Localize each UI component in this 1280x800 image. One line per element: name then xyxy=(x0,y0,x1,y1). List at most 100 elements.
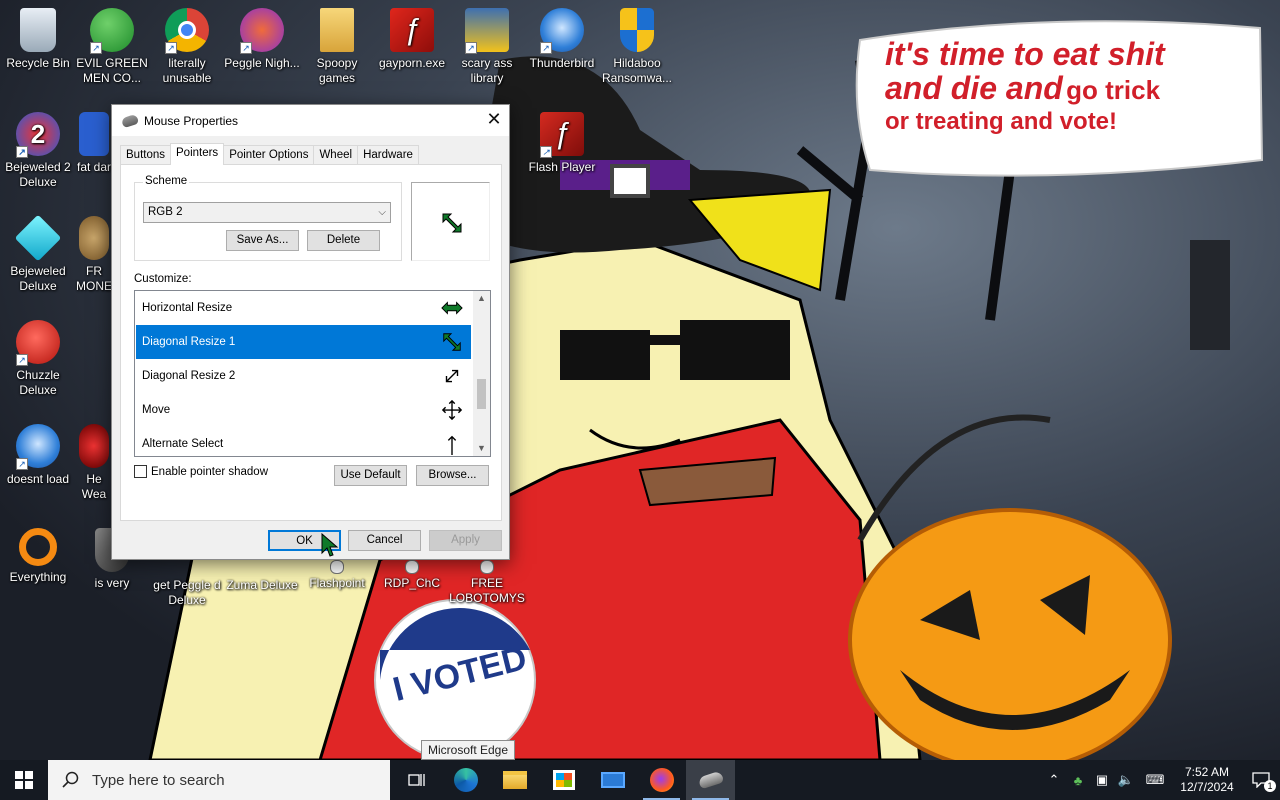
list-item[interactable]: Diagonal Resize 2 xyxy=(136,359,471,393)
close-button[interactable]: ✕ xyxy=(479,105,509,136)
pointers-tab-panel: Scheme RGB 2 ⌵ Save As... Delete Customi… xyxy=(120,164,502,521)
cursor-item-label: Horizontal Resize xyxy=(142,302,233,314)
partial-icon xyxy=(79,112,109,156)
tab-buttons[interactable]: Buttons xyxy=(120,145,171,165)
desktop-icon-evil-green-men[interactable]: ↗ EVIL GREEN MEN CO... xyxy=(74,8,150,86)
chevron-up-icon[interactable]: ⌃ xyxy=(1042,772,1066,788)
desktop-icon-flash-player[interactable]: ƒ ↗ Flash Player xyxy=(524,112,600,175)
desktop-icon-he-wea[interactable]: He Wea xyxy=(74,424,114,502)
desktop-icon-fat-dar[interactable]: fat dar xyxy=(74,112,114,175)
diagonal-resize-2-icon xyxy=(445,369,459,383)
desktop-icon-label: Chuzzle Deluxe xyxy=(16,368,60,397)
desktop-icon-spoopy-games[interactable]: Spoopy games xyxy=(299,8,375,86)
scroll-thumb[interactable] xyxy=(477,379,486,409)
taskbar-app-mail[interactable] xyxy=(588,760,637,800)
use-default-button[interactable]: Use Default xyxy=(334,465,407,486)
desktop-icon-literally-unusable[interactable]: ↗ literally unusable xyxy=(149,8,225,86)
save-as-button[interactable]: Save As... xyxy=(226,230,299,251)
desktop-icon-label: FREE LOBOTOMYS xyxy=(449,576,525,605)
start-button[interactable] xyxy=(0,760,48,800)
network-icon[interactable]: ▣ xyxy=(1090,772,1114,788)
task-view-button[interactable] xyxy=(392,760,441,800)
cursor-list[interactable]: Horizontal Resize Diagonal Resize 1 Diag… xyxy=(134,290,491,457)
scroll-down-arrow-icon[interactable]: ▼ xyxy=(473,441,490,456)
library-icon: ↗ xyxy=(465,8,509,54)
desktop-icon-doesnt-load[interactable]: ↗ doesnt load xyxy=(0,424,76,487)
desktop-icon-chuzzle[interactable]: ↗ Chuzzle Deluxe xyxy=(0,320,76,398)
taskbar-search-box[interactable]: Type here to search xyxy=(48,760,390,800)
desktop-icon-flashpoint[interactable]: Flashpoint xyxy=(299,560,375,591)
desktop-icon-label: is very xyxy=(94,576,130,590)
notification-center-button[interactable]: 1 xyxy=(1242,760,1280,800)
list-item[interactable]: Move xyxy=(136,393,471,427)
taskbar-app-mouse-properties[interactable] xyxy=(686,760,735,800)
volume-icon[interactable]: 🔈 xyxy=(1114,772,1138,788)
dialog-titlebar[interactable]: Mouse Properties ✕ xyxy=(112,105,509,136)
taskbar-app-firefox[interactable] xyxy=(637,760,686,800)
list-item[interactable]: Alternate Select xyxy=(136,427,471,456)
shortcut-arrow-icon: ↗ xyxy=(165,42,177,54)
desktop-icon-bejeweled[interactable]: Bejeweled Deluxe xyxy=(0,214,76,294)
tab-pointers[interactable]: Pointers xyxy=(170,143,225,165)
tray-app-icon[interactable]: ♣ xyxy=(1066,773,1090,788)
desktop-icon-hildaboo[interactable]: Hildaboo Ransomwa... xyxy=(599,8,675,86)
caption-line-2b: go trick xyxy=(1066,74,1161,105)
tab-strip: Buttons Pointers Pointer Options Wheel H… xyxy=(120,143,419,165)
tab-pointer-options[interactable]: Pointer Options xyxy=(223,145,315,165)
shortcut-arrow-icon: ↗ xyxy=(540,146,552,158)
keyboard-icon[interactable]: ⌨ xyxy=(1138,772,1172,788)
desktop-icon-everything[interactable]: Everything xyxy=(0,528,76,585)
shortcut-arrow-icon: ↗ xyxy=(540,42,552,54)
list-scrollbar[interactable]: ▲ ▼ xyxy=(473,291,490,456)
pointer-shadow-checkbox[interactable] xyxy=(134,465,147,478)
delete-button[interactable]: Delete xyxy=(307,230,380,251)
gift-icon xyxy=(480,560,494,574)
tab-wheel[interactable]: Wheel xyxy=(313,145,359,165)
tab-hardware[interactable]: Hardware xyxy=(357,145,419,165)
mouse-pointer-icon xyxy=(321,533,339,557)
desktop-icon-zuma[interactable]: Zuma Deluxe xyxy=(224,578,300,593)
file-explorer-icon xyxy=(502,771,527,789)
desktop-icon-free-lobotomys[interactable]: FREE LOBOTOMYS xyxy=(449,560,525,606)
desktop-icon-label: scary ass library xyxy=(461,56,513,85)
dialog-title: Mouse Properties xyxy=(144,113,239,128)
windows-logo-icon xyxy=(15,771,33,789)
desktop-icon-gayporn-exe[interactable]: ƒ gayporn.exe xyxy=(374,8,450,71)
desktop-icon-thunderbird[interactable]: ↗ Thunderbird xyxy=(524,8,600,71)
desktop-icon-label: Flashpoint xyxy=(309,576,365,590)
alternate-select-icon xyxy=(447,435,457,455)
bejeweled2-icon: 2 ↗ xyxy=(16,112,60,158)
desktop-icon-label: EVIL GREEN MEN CO... xyxy=(76,56,148,85)
rdp-icon xyxy=(405,560,419,574)
desktop-icon-get-peggle[interactable]: get Peggle d Deluxe xyxy=(149,578,225,608)
taskbar-app-file-explorer[interactable] xyxy=(490,760,539,800)
desktop-icon-label: Bejeweled 2 Deluxe xyxy=(5,160,71,189)
taskbar-app-edge[interactable] xyxy=(441,760,490,800)
scheme-dropdown[interactable]: RGB 2 ⌵ xyxy=(143,202,391,223)
cancel-button[interactable]: Cancel xyxy=(348,530,421,551)
desktop-icon-rdp[interactable]: RDP_ChC xyxy=(374,560,450,591)
apply-button[interactable]: Apply xyxy=(429,530,502,551)
enable-pointer-shadow[interactable]: Enable pointer shadow xyxy=(134,465,268,478)
desktop-icon-label: Bejeweled Deluxe xyxy=(10,264,66,293)
scheme-selected-value: RGB 2 xyxy=(148,206,183,218)
diagonal-resize-1-icon xyxy=(443,333,461,351)
store-icon xyxy=(552,770,575,790)
desktop-icon-label: Hildaboo Ransomwa... xyxy=(601,56,673,85)
desktop-icon-free-money[interactable]: FR MONE xyxy=(74,216,114,294)
list-item[interactable]: Horizontal Resize xyxy=(136,291,471,325)
flash-icon: ƒ ↗ xyxy=(540,112,584,158)
scroll-up-arrow-icon[interactable]: ▲ xyxy=(473,291,490,306)
taskbar: Type here to search ⌃ ♣ ▣ 🔈 ⌨ 7:52 AM 12… xyxy=(0,760,1280,800)
desktop-icon-recycle-bin[interactable]: Recycle Bin xyxy=(0,8,76,71)
desktop-icon-bejeweled2[interactable]: 2 ↗ Bejeweled 2 Deluxe xyxy=(0,112,76,190)
shortcut-arrow-icon: ↗ xyxy=(90,42,102,54)
browse-button[interactable]: Browse... xyxy=(416,465,489,486)
clock[interactable]: 7:52 AM 12/7/2024 xyxy=(1172,765,1242,795)
taskbar-app-store[interactable] xyxy=(539,760,588,800)
cursor-item-label: Move xyxy=(142,404,171,416)
desktop-icon-peggle-nights[interactable]: ↗ Peggle Nigh... xyxy=(224,8,300,71)
desktop-icon-scary-ass-library[interactable]: ↗ scary ass library xyxy=(449,8,525,86)
desktop-icon-label: Zuma Deluxe xyxy=(226,578,298,592)
list-item-selected[interactable]: Diagonal Resize 1 xyxy=(136,325,471,359)
